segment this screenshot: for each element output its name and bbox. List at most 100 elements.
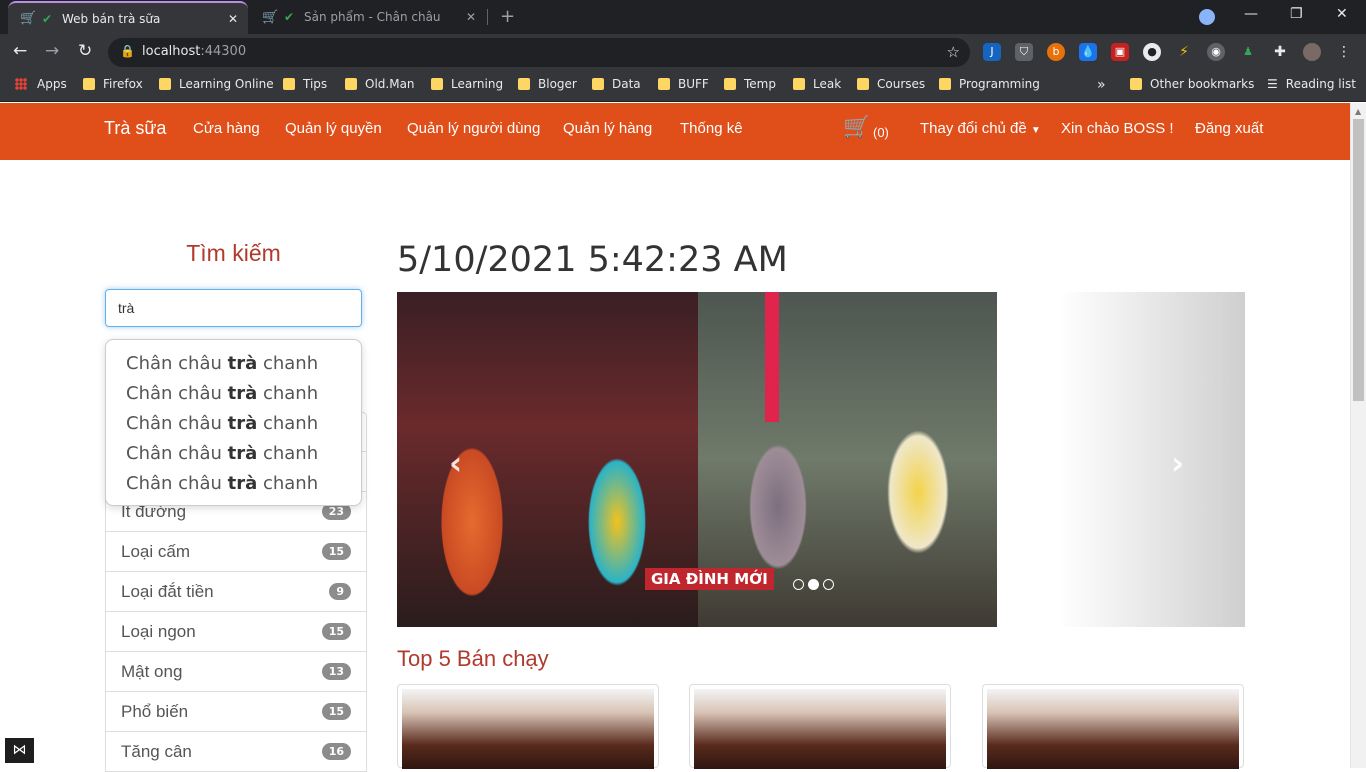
scroll-thumb[interactable] (1353, 119, 1364, 401)
bookmark-programming[interactable]: Programming (939, 77, 1040, 91)
product-image[interactable] (402, 689, 654, 769)
extension-tv-icon[interactable]: ▣ (1111, 43, 1129, 61)
cart-favicon-icon: 🛒 (20, 11, 37, 26)
bookmark-data[interactable]: Data (592, 77, 641, 91)
bookmark-apps[interactable]: Apps (15, 77, 67, 91)
autocomplete-item[interactable]: Chân châu trà chanh (106, 350, 361, 380)
cart-count[interactable]: (0) (873, 125, 889, 140)
close-icon[interactable]: ✕ (228, 12, 238, 26)
extension-shield-icon[interactable]: ⛉ (1015, 43, 1033, 61)
cart-icon[interactable]: 🛒 (843, 115, 870, 140)
product-image[interactable] (694, 689, 946, 769)
carousel-dot[interactable] (793, 579, 804, 590)
site-navbar: Trà sữa Cửa hàng Quản lý quyền Quản lý n… (0, 103, 1350, 160)
autocomplete-item[interactable]: Chân châu trà chanh (106, 380, 361, 410)
check-icon: ✔ (42, 11, 53, 26)
folder-icon (939, 78, 951, 90)
visual-studio-icon[interactable]: ⋈ (5, 738, 34, 763)
search-input[interactable] (105, 289, 362, 327)
logout-link[interactable]: Đăng xuất (1195, 120, 1263, 137)
carousel-indicators (793, 579, 834, 590)
bookmark-tips[interactable]: Tips (283, 77, 327, 91)
autocomplete-item[interactable]: Chân châu trà chanh (106, 440, 361, 470)
tab-san-pham[interactable]: 🛒 ✔ Sản phẩm - Chân châu ... ✕ (250, 0, 486, 34)
nav-thong-ke[interactable]: Thống kê (680, 120, 743, 137)
brand-link[interactable]: Trà sữa (104, 118, 166, 139)
close-icon[interactable]: ✕ (466, 10, 476, 24)
avatar[interactable] (1303, 43, 1321, 61)
category-label: Loại ngon (121, 621, 196, 641)
carousel-prev-icon[interactable]: ‹ (449, 444, 462, 482)
carousel-next-icon[interactable]: › (1171, 444, 1184, 482)
category-item-loai-dat-tien[interactable]: Loại đắt tiền 9 (105, 572, 367, 612)
bookmark-learning[interactable]: Learning (431, 77, 503, 91)
product-image[interactable] (987, 689, 1239, 769)
bookmark-courses[interactable]: Courses (857, 77, 925, 91)
extension-drop-icon[interactable]: 💧 (1079, 43, 1097, 61)
folder-icon (658, 78, 670, 90)
category-item-loai-cam[interactable]: Loại cấm 15 (105, 532, 367, 572)
category-item-pho-bien[interactable]: Phổ biến 15 (105, 692, 367, 732)
extension-figure-icon[interactable]: ♟ (1239, 43, 1257, 61)
address-bar[interactable]: 🔒 localhost:44300 ☆ (108, 38, 970, 67)
tab-web-ban-tra-sua[interactable]: 🛒 ✔ Web bán trà sữa ✕ (8, 1, 248, 34)
extension-record-icon[interactable]: ◉ (1207, 43, 1225, 61)
extension-lightning-icon[interactable]: ⚡ (1175, 43, 1193, 61)
category-item-mat-ong[interactable]: Mật ong 13 (105, 652, 367, 692)
bookmark-buff[interactable]: BUFF (658, 77, 709, 91)
category-item-loai-ngon[interactable]: Loại ngon 15 (105, 612, 367, 652)
extension-j-icon[interactable]: J (983, 43, 1001, 61)
menu-kebab-icon[interactable]: ⋮ (1335, 43, 1353, 61)
extension-ball-icon[interactable]: ● (1143, 43, 1161, 61)
nav-cua-hang[interactable]: Cửa hàng (193, 120, 260, 137)
browser-toolbar: ← → ↻ 🔒 localhost:44300 ☆ J ⛉ b 💧 ▣ ● ⚡ … (0, 34, 1366, 70)
bookmark-learning-online[interactable]: Learning Online (159, 77, 274, 91)
autocomplete-item[interactable]: Chân châu trà chanh (106, 470, 361, 500)
carousel-dot-active[interactable] (808, 579, 819, 590)
autocomplete-dropdown: Chân châu trà chanh Chân châu trà chanh … (105, 339, 362, 506)
folder-icon (1130, 78, 1142, 90)
nav-quan-ly-hang[interactable]: Quản lý hàng (563, 120, 652, 137)
product-card[interactable] (982, 684, 1244, 769)
bookmark-other[interactable]: Other bookmarks (1130, 77, 1254, 91)
back-icon[interactable]: ← (13, 41, 27, 61)
bookmark-star-icon[interactable]: ☆ (947, 43, 960, 61)
category-label: Loại cấm (121, 541, 190, 561)
product-card[interactable] (397, 684, 659, 769)
product-card[interactable] (689, 684, 951, 769)
current-datetime: 5/10/2021 5:42:23 AM (397, 240, 788, 280)
search-heading: Tìm kiếm (186, 240, 281, 266)
extensions-puzzle-icon[interactable]: ✚ (1271, 43, 1289, 61)
lock-icon: 🔒 (120, 44, 135, 58)
autocomplete-item[interactable]: Chân châu trà chanh (106, 410, 361, 440)
bookmark-temp[interactable]: Temp (724, 77, 776, 91)
window-close-icon[interactable]: ✕ (1336, 6, 1348, 22)
greeting-link[interactable]: Xin chào BOSS ! (1061, 120, 1174, 137)
category-item-tang-can[interactable]: Tăng cân 16 (105, 732, 367, 772)
bookmark-firefox[interactable]: Firefox (83, 77, 143, 91)
reading-list-icon: ☰ (1267, 77, 1278, 91)
theme-dropdown[interactable]: Thay đổi chủ đề ▼ (920, 120, 1041, 137)
page-scrollbar[interactable]: ▲ (1350, 103, 1366, 768)
new-tab-icon[interactable]: + (500, 6, 515, 27)
bookmark-old-man[interactable]: Old.Man (345, 77, 415, 91)
apps-grid-icon (15, 78, 27, 90)
category-label: Loại đắt tiền (121, 581, 214, 601)
minimize-icon[interactable]: — (1244, 6, 1258, 22)
nav-quan-ly-quyen[interactable]: Quản lý quyền (285, 120, 382, 137)
more-bookmarks-icon[interactable]: » (1097, 77, 1106, 93)
forward-icon[interactable]: → (45, 41, 59, 61)
bookmark-bloger[interactable]: Bloger (518, 77, 577, 91)
extension-b-icon[interactable]: b (1047, 43, 1065, 61)
reading-list[interactable]: ☰ Reading list (1267, 77, 1356, 91)
tab-separator (487, 9, 488, 25)
restore-icon[interactable]: ❐ (1290, 6, 1303, 22)
tab-search-icon[interactable] (1199, 9, 1215, 25)
folder-icon (724, 78, 736, 90)
folder-icon (159, 78, 171, 90)
scroll-up-icon[interactable]: ▲ (1355, 107, 1361, 116)
bookmark-leak[interactable]: Leak (793, 77, 841, 91)
carousel-dot[interactable] (823, 579, 834, 590)
nav-quan-ly-nguoi-dung[interactable]: Quản lý người dùng (407, 120, 540, 137)
reload-icon[interactable]: ↻ (78, 41, 92, 61)
